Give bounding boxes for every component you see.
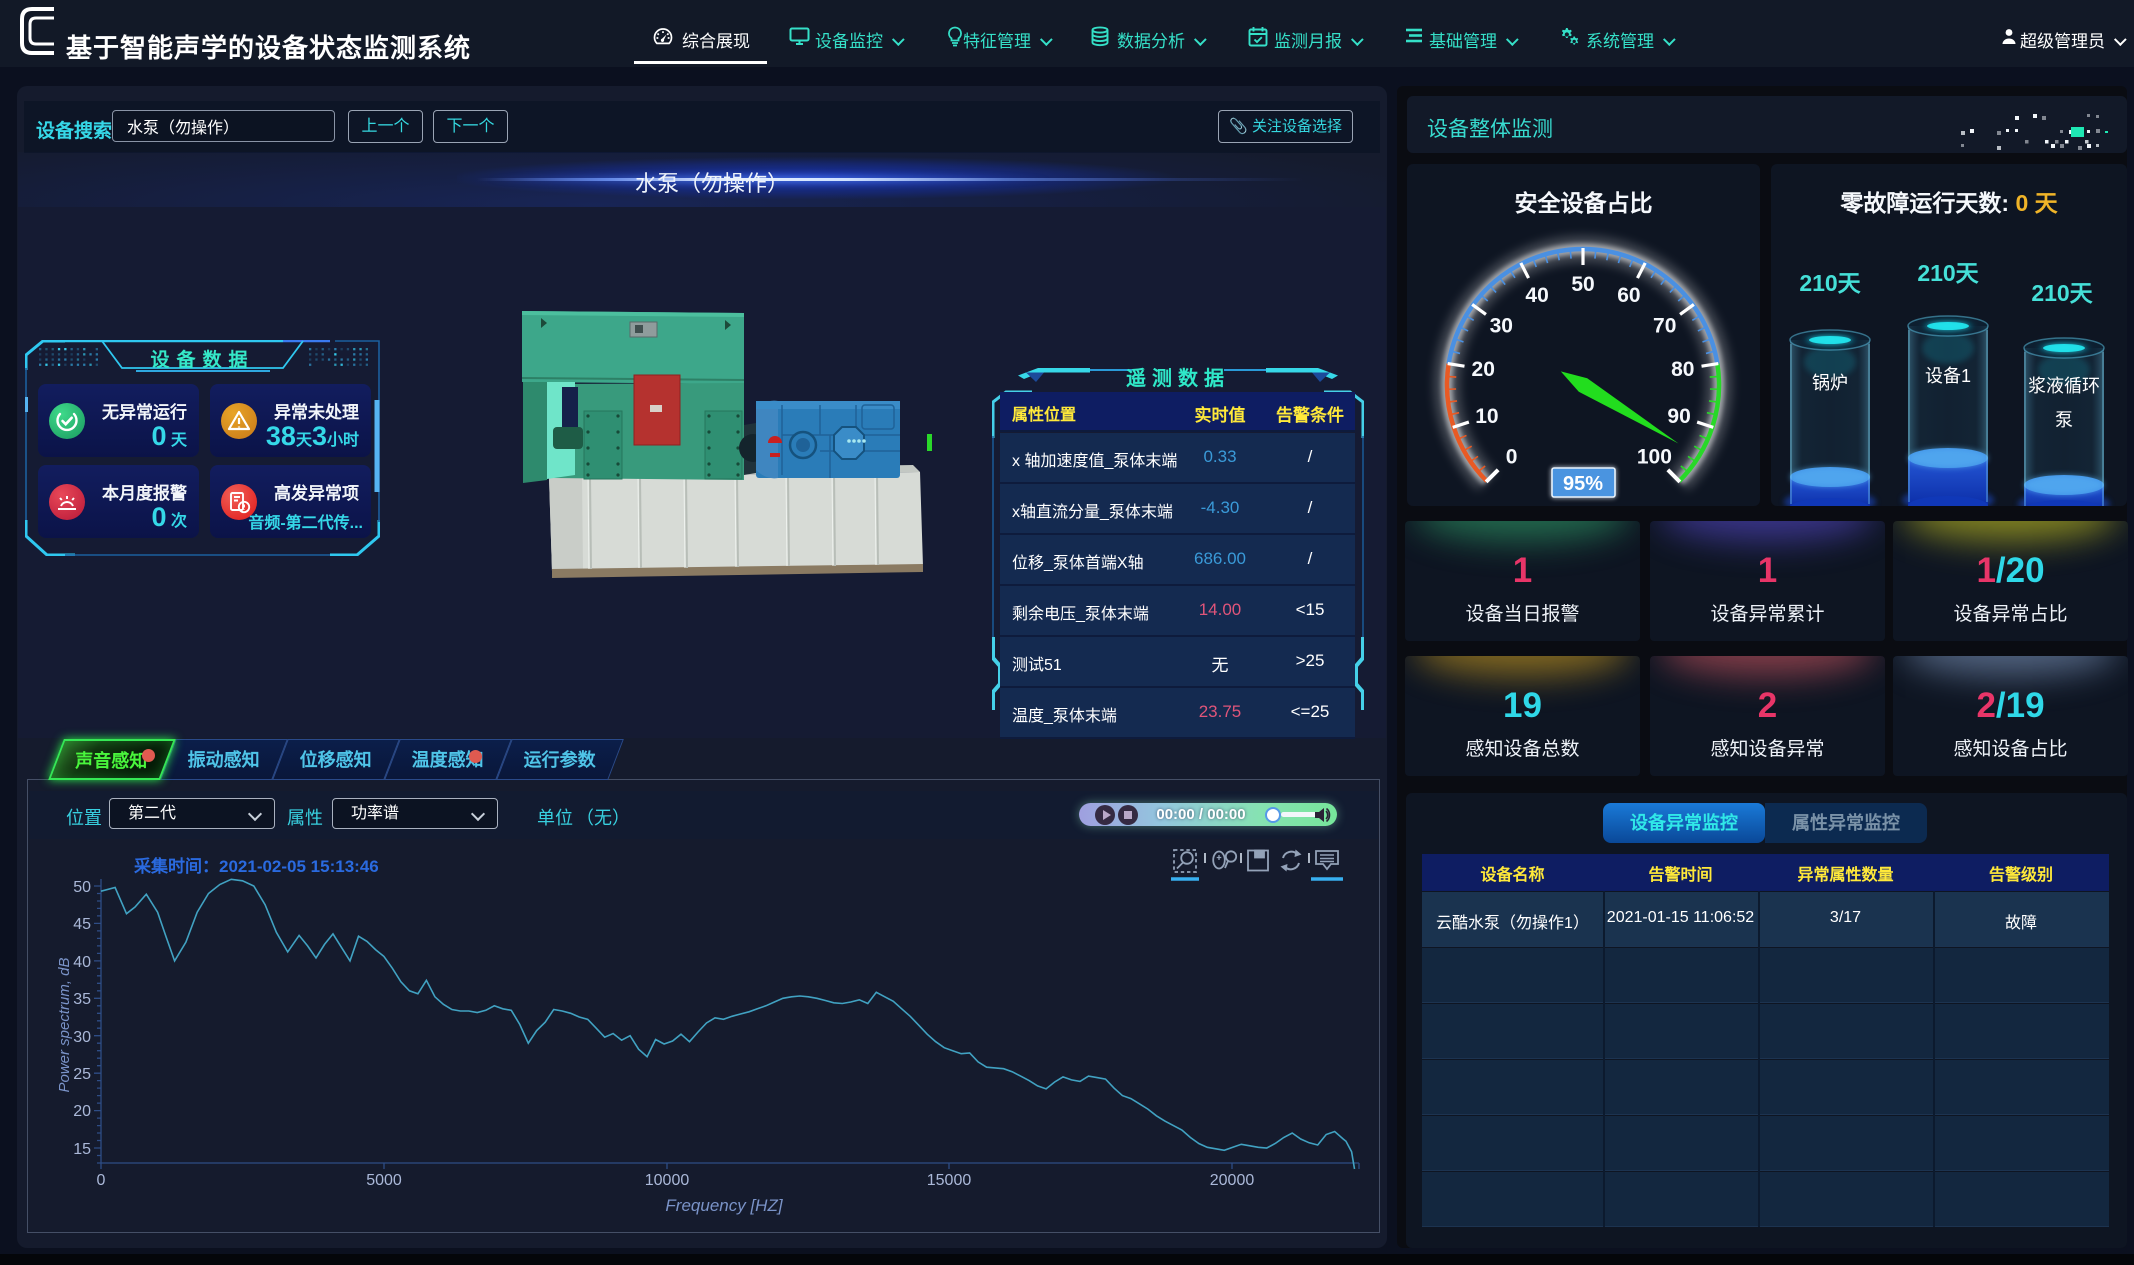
svg-text:100: 100 — [1637, 445, 1672, 468]
svg-text:10: 10 — [1475, 405, 1498, 428]
svg-text:20000: 20000 — [1210, 1172, 1255, 1189]
svg-text:90: 90 — [1667, 405, 1690, 428]
svg-text:20: 20 — [1472, 358, 1495, 381]
svg-text:60: 60 — [1617, 284, 1640, 307]
svg-text:25: 25 — [73, 1066, 91, 1083]
svg-text:35: 35 — [73, 991, 91, 1008]
svg-text:Power spectrum, dB: Power spectrum, dB — [56, 957, 73, 1092]
svg-text:30: 30 — [73, 1029, 91, 1046]
svg-text:5000: 5000 — [366, 1172, 402, 1189]
svg-text:15000: 15000 — [927, 1172, 972, 1189]
svg-text:40: 40 — [73, 954, 91, 971]
svg-text:80: 80 — [1671, 358, 1694, 381]
svg-text:Frequency [HZ]: Frequency [HZ] — [665, 1196, 783, 1215]
svg-text:95%: 95% — [1563, 473, 1603, 495]
svg-text:15: 15 — [73, 1141, 91, 1158]
svg-text:40: 40 — [1525, 284, 1548, 307]
svg-text:45: 45 — [73, 916, 91, 933]
svg-text:70: 70 — [1653, 315, 1676, 338]
svg-text:50: 50 — [1571, 273, 1594, 296]
svg-text:30: 30 — [1490, 315, 1513, 338]
svg-text:50: 50 — [73, 879, 91, 896]
svg-text:10000: 10000 — [645, 1172, 690, 1189]
svg-text:0: 0 — [97, 1172, 106, 1189]
svg-text:20: 20 — [73, 1103, 91, 1120]
svg-text:0: 0 — [1506, 445, 1518, 468]
